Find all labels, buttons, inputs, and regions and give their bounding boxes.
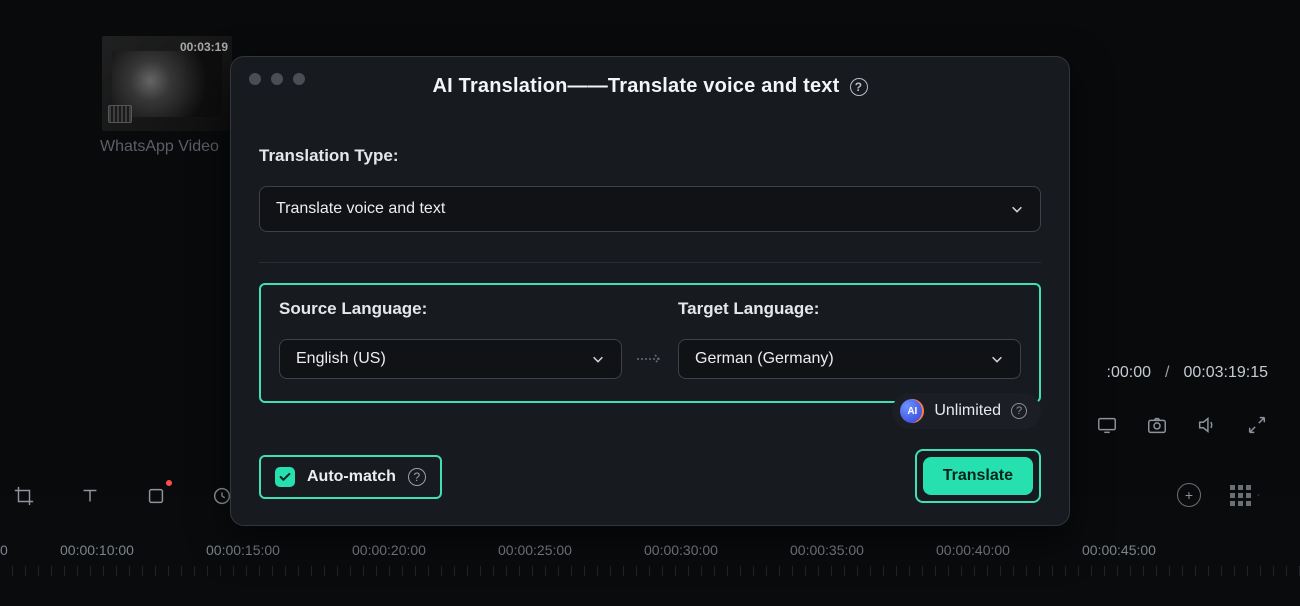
ruler-tick: 00:00:15:00 — [206, 542, 280, 558]
ai-translation-dialog: AI Translation——Translate voice and text… — [230, 56, 1070, 526]
language-selection-group: Source Language: English (US) Target Lan… — [259, 283, 1041, 403]
fullscreen-icon[interactable] — [1244, 412, 1270, 438]
cast-icon[interactable] — [1094, 412, 1120, 438]
media-thumbnail[interactable]: 00:03:19 — [102, 36, 232, 131]
ruler-tick: 00:00:40:00 — [936, 542, 1010, 558]
auto-match-label: Auto-match — [307, 468, 396, 486]
sticker-icon[interactable] — [142, 482, 170, 510]
playhead-separator: / — [1165, 364, 1169, 382]
arrow-right-icon — [632, 339, 668, 379]
dialog-title: AI Translation——Translate voice and text… — [259, 75, 1041, 98]
media-duration: 00:03:19 — [180, 40, 228, 54]
source-language-column: Source Language: English (US) — [279, 299, 622, 379]
check-icon — [278, 470, 292, 484]
ruler-tick: 0 — [0, 542, 8, 558]
playhead-current: :00:00 — [1107, 364, 1151, 382]
ruler-tick: 00:00:30:00 — [644, 542, 718, 558]
ruler-minor-ticks — [0, 566, 1300, 576]
divider — [259, 262, 1041, 263]
track-layout-button[interactable] — [1230, 480, 1260, 510]
media-file-name: WhatsApp Video — [100, 138, 219, 156]
ruler-tick: 00:00:20:00 — [352, 542, 426, 558]
help-icon[interactable]: ? — [1011, 403, 1027, 419]
target-language-select[interactable]: German (Germany) — [678, 339, 1021, 379]
translation-type-label: Translation Type: — [259, 146, 1041, 166]
camera-icon[interactable] — [1144, 412, 1170, 438]
timeline-right-tools: + — [1174, 480, 1260, 510]
notification-dot-icon — [166, 480, 172, 486]
viewer-controls — [1094, 412, 1270, 438]
add-track-button[interactable]: + — [1174, 480, 1204, 510]
filmstrip-icon — [108, 105, 132, 123]
chevron-down-icon — [1010, 202, 1024, 216]
traffic-light-close[interactable] — [249, 73, 261, 85]
source-language-select[interactable]: English (US) — [279, 339, 622, 379]
translation-type-select[interactable]: Translate voice and text — [259, 186, 1041, 232]
translate-button[interactable]: Translate — [923, 457, 1033, 495]
ruler-tick: 00:00:10:00 — [60, 542, 134, 558]
app-root: 00:03:19 WhatsApp Video :00:00 / 00:03:1… — [0, 0, 1300, 606]
source-language-value: English (US) — [296, 350, 386, 368]
traffic-light-zoom[interactable] — [293, 73, 305, 85]
target-language-label: Target Language: — [678, 299, 1021, 319]
timeline-tools — [10, 482, 236, 510]
volume-icon[interactable] — [1194, 412, 1220, 438]
credits-pill[interactable]: AI Unlimited ? — [892, 393, 1041, 429]
window-controls — [249, 73, 305, 85]
plus-icon: + — [1177, 483, 1201, 507]
ruler-tick: 00:00:45:00 — [1082, 542, 1156, 558]
chevron-down-icon — [591, 352, 605, 366]
timeline-ruler[interactable]: 0 00:00:10:00 00:00:15:00 00:00:20:00 00… — [0, 538, 1300, 562]
ruler-tick: 00:00:35:00 — [790, 542, 864, 558]
source-language-label: Source Language: — [279, 299, 622, 319]
translation-type-value: Translate voice and text — [276, 200, 445, 218]
traffic-light-minimize[interactable] — [271, 73, 283, 85]
auto-match-checkbox[interactable] — [275, 467, 295, 487]
translate-button-highlight: Translate — [915, 449, 1041, 503]
target-language-column: Target Language: German (Germany) — [678, 299, 1021, 379]
text-icon[interactable] — [76, 482, 104, 510]
chevron-down-icon — [990, 352, 1004, 366]
target-language-value: German (Germany) — [695, 350, 834, 368]
playhead-total: 00:03:19:15 — [1183, 364, 1268, 382]
playhead-readout: :00:00 / 00:03:19:15 — [1107, 364, 1268, 382]
help-icon[interactable]: ? — [408, 468, 426, 486]
crop-icon[interactable] — [10, 482, 38, 510]
credits-label: Unlimited — [934, 402, 1001, 420]
auto-match-option[interactable]: Auto-match ? — [259, 455, 442, 499]
dialog-title-text: AI Translation——Translate voice and text — [432, 75, 839, 98]
chevron-down-icon — [1257, 490, 1260, 500]
grid-icon — [1230, 485, 1251, 506]
ruler-tick: 00:00:25:00 — [498, 542, 572, 558]
help-icon[interactable]: ? — [850, 78, 868, 96]
ai-badge-icon: AI — [900, 399, 924, 423]
